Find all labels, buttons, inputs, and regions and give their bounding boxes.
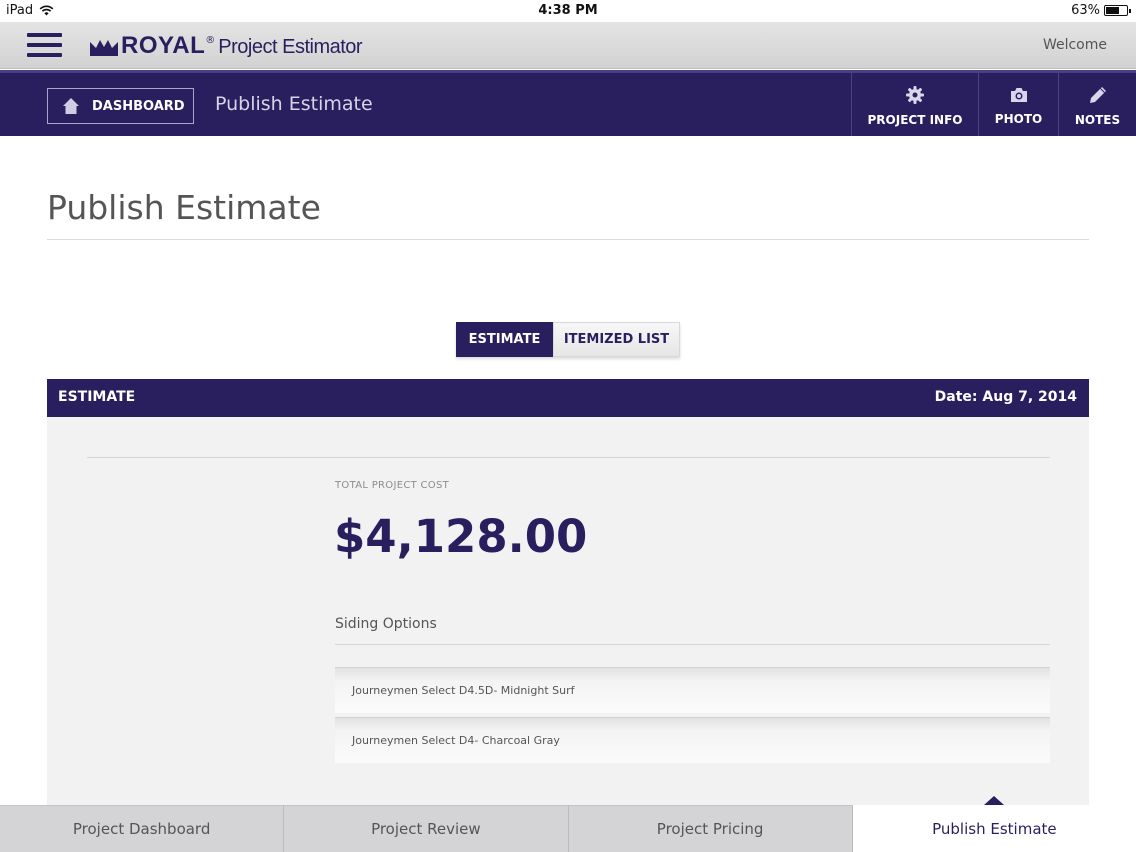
- home-icon: [63, 98, 79, 114]
- panel-divider: [87, 457, 1050, 458]
- photo-button[interactable]: PHOTO: [978, 73, 1058, 136]
- view-toggle: ESTIMATE ITEMIZED LIST: [456, 322, 680, 357]
- app-header: ROYAL ® Project Estimator Welcome: [0, 22, 1136, 69]
- registered-mark: ®: [205, 35, 216, 46]
- tab-estimate[interactable]: ESTIMATE: [456, 322, 553, 357]
- page-title: Publish Estimate: [47, 188, 321, 227]
- total-cost-label: TOTAL PROJECT COST: [335, 480, 449, 491]
- battery-percent: 63%: [1071, 3, 1100, 18]
- gear-icon: [906, 85, 924, 104]
- camera-icon: [1010, 87, 1027, 102]
- tab-publish-estimate[interactable]: Publish Estimate: [852, 796, 1136, 852]
- dashboard-button[interactable]: DASHBOARD: [47, 88, 194, 124]
- menu-icon[interactable]: [27, 33, 62, 57]
- tab-project-dashboard[interactable]: Project Dashboard: [0, 805, 285, 852]
- status-time: 4:38 PM: [538, 3, 598, 18]
- battery-fill: [1106, 7, 1119, 14]
- brand-name: ROYAL: [121, 32, 206, 59]
- bottom-tab-bar: Project Dashboard Project Review Project…: [0, 796, 1136, 852]
- list-item[interactable]: Journeymen Select D4.5D- Midnight Surf: [335, 667, 1050, 713]
- tab-itemized-list[interactable]: ITEMIZED LIST: [553, 322, 680, 357]
- estimate-date: Date: Aug 7, 2014: [934, 389, 1077, 405]
- tab-project-review[interactable]: Project Review: [284, 805, 569, 852]
- project-info-button[interactable]: PROJECT INFO: [851, 73, 978, 136]
- dashboard-label: DASHBOARD: [92, 98, 185, 114]
- project-info-label: PROJECT INFO: [867, 112, 963, 127]
- tab-project-pricing[interactable]: Project Pricing: [568, 805, 853, 852]
- notes-button[interactable]: NOTES: [1058, 73, 1136, 136]
- nav-actions: PROJECT INFO PHOTO NOTES: [851, 73, 1136, 136]
- battery-icon: [1104, 5, 1131, 16]
- welcome-text: Welcome: [1042, 37, 1107, 53]
- estimate-bar-label: ESTIMATE: [58, 389, 136, 405]
- product-name: Project Estimator: [218, 36, 363, 58]
- status-bar: iPad 4:38 PM 63%: [0, 0, 1136, 22]
- estimate-header-bar: ESTIMATE Date: Aug 7, 2014: [47, 379, 1089, 417]
- nav-bar: DASHBOARD Publish Estimate PROJECT INFO: [0, 70, 1136, 136]
- notes-label: NOTES: [1074, 112, 1121, 127]
- total-cost-value: $4,128.00: [334, 510, 588, 563]
- siding-options-list: Journeymen Select D4.5D- Midnight Surf J…: [335, 667, 1050, 767]
- nav-title: Publish Estimate: [215, 93, 373, 115]
- pencil-icon: [1089, 86, 1106, 103]
- list-item[interactable]: Journeymen Select D4- Charcoal Gray: [335, 717, 1050, 763]
- estimate-panel: TOTAL PROJECT COST $4,128.00 Siding Opti…: [47, 417, 1089, 805]
- crown-icon: [90, 40, 118, 56]
- title-divider: [47, 239, 1089, 240]
- status-right: 63%: [1071, 3, 1131, 18]
- siding-options-title: Siding Options: [335, 616, 437, 632]
- royal-logo: ROYAL ® Project Estimator: [89, 32, 363, 60]
- photo-label: PHOTO: [994, 111, 1043, 126]
- options-divider: [335, 644, 1050, 645]
